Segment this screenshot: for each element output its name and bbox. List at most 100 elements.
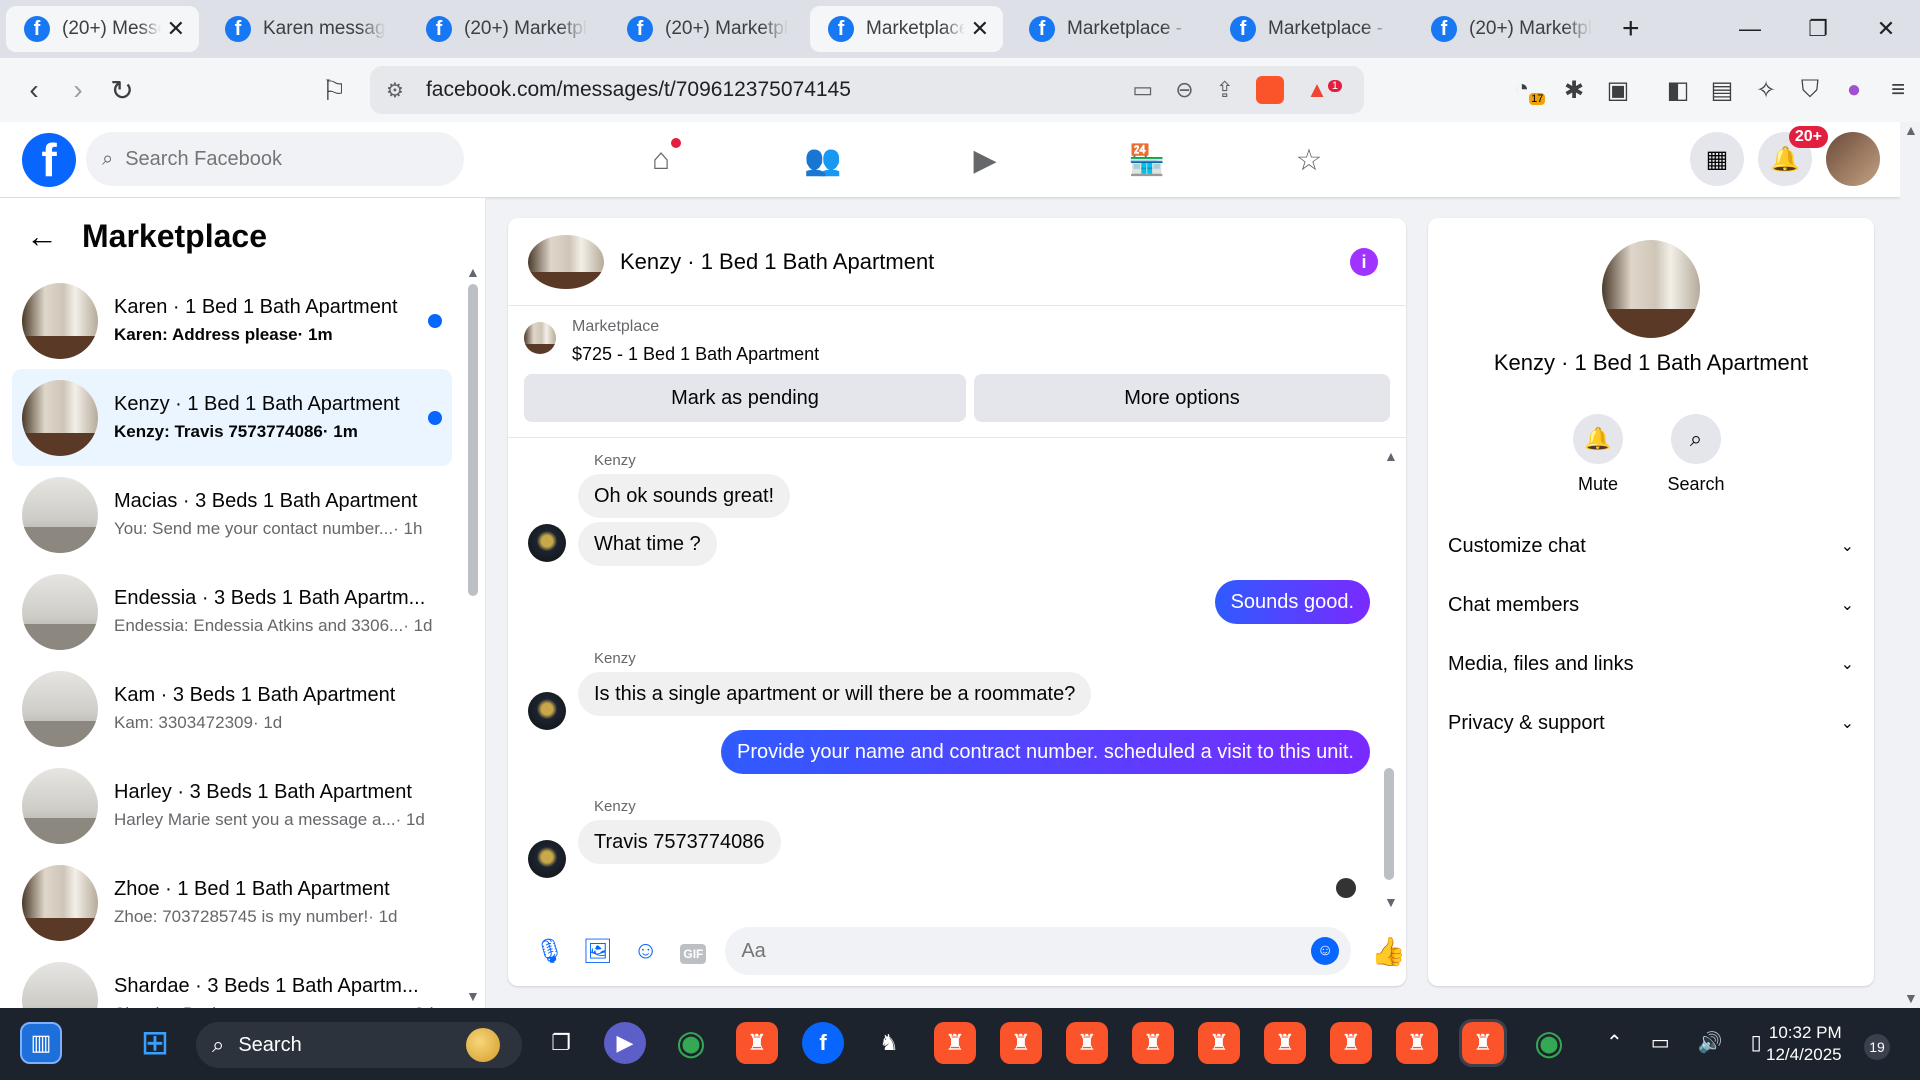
customize-chat-row[interactable]: Customize chat ⌄	[1448, 522, 1854, 570]
brave-profile-icon[interactable]: ♜	[1264, 1022, 1306, 1064]
brave-profile-icon[interactable]: ♜	[1066, 1022, 1108, 1064]
browser-tab[interactable]: f(20+) Marketplace	[609, 6, 802, 52]
scroll-up-icon[interactable]: ▲	[1384, 448, 1398, 464]
puzzle-icon[interactable]: ✱	[1552, 76, 1596, 105]
search-icon[interactable]: ⌕	[1671, 414, 1721, 464]
address-bar[interactable]: ⚙ facebook.com/messages/t/70961237507414…	[370, 66, 1364, 114]
listing-thumbnail[interactable]	[524, 322, 556, 354]
browser-tab[interactable]: f Marketplace ✕	[810, 6, 1003, 52]
notifications-icon[interactable]: 🔔 20+	[1758, 126, 1828, 186]
gaming-icon[interactable]: ☆	[1228, 122, 1390, 198]
scroll-down-icon[interactable]: ▼	[1384, 894, 1398, 910]
widgets-icon[interactable]: ▥	[20, 1022, 62, 1064]
brave-icon[interactable]: ♜	[736, 1022, 778, 1064]
bookmark-icon[interactable]: ⚐	[312, 74, 356, 107]
menu-icon[interactable]: ≡	[1876, 76, 1920, 104]
menu-grid-icon[interactable]: ▦	[1690, 132, 1744, 186]
scrollbar-thumb[interactable]	[468, 284, 478, 596]
cast-icon[interactable]: ▭	[1132, 77, 1153, 103]
sender-avatar[interactable]	[528, 524, 566, 562]
brave-profile-icon[interactable]: ♜	[1330, 1022, 1372, 1064]
gif-icon[interactable]: GIF	[669, 937, 717, 965]
mute-action[interactable]: 🔔 Mute	[1548, 414, 1648, 495]
battery-icon[interactable]: ▯	[1751, 1030, 1762, 1055]
brave-profile-icon[interactable]: ♜	[934, 1022, 976, 1064]
sticker-icon[interactable]: ☺	[622, 937, 670, 965]
facebook-logo-icon[interactable]: f	[22, 133, 76, 187]
network-icon[interactable]: ▭	[1651, 1030, 1670, 1055]
brave-profile-icon[interactable]: ♜	[1459, 1019, 1507, 1067]
app-icon[interactable]: ♞	[868, 1022, 910, 1064]
conversation-item[interactable]: Kam · 3 Beds 1 Bath Apartment Kam: 330347…	[12, 660, 452, 757]
like-icon[interactable]: 👍	[1371, 935, 1406, 968]
restore-icon[interactable]: ❐	[1784, 16, 1852, 42]
close-tab-icon[interactable]: ✕	[971, 16, 989, 42]
browser-tab[interactable]: f(20+) Marketplace	[1413, 6, 1606, 52]
leo-ai-icon[interactable]: ✧	[1744, 76, 1788, 105]
conversation-item[interactable]: Kenzy · 1 Bed 1 Bath Apartment Kenzy: Tra…	[12, 369, 452, 466]
home-icon[interactable]: ⌂	[580, 122, 742, 198]
message-input[interactable]	[741, 939, 1282, 963]
minimize-icon[interactable]: —	[1716, 16, 1784, 42]
chrome-profile-icon[interactable]: ◉	[1528, 1022, 1570, 1064]
browser-tab[interactable]: f Marketplace - 3	[1011, 6, 1204, 52]
brave-profile-icon[interactable]: ♜	[1396, 1022, 1438, 1064]
conversation-item[interactable]: Zhoe · 1 Bed 1 Bath Apartment Zhoe: 70372…	[12, 854, 452, 951]
brave-profile-icon[interactable]: ♜	[1132, 1022, 1174, 1064]
brave-rewards-icon[interactable]: ▲ 1	[1306, 77, 1342, 103]
reload-icon[interactable]: ↻	[100, 74, 144, 107]
taskbar-search[interactable]: ⌕ Search	[196, 1022, 522, 1068]
microphone-icon[interactable]: 🎙	[526, 937, 574, 966]
zoom-icon[interactable]: ⊖	[1175, 77, 1193, 103]
show-hidden-icons-icon[interactable]: ⌃	[1606, 1030, 1623, 1055]
mark-as-pending-button[interactable]: Mark as pending	[524, 374, 966, 422]
brave-profile-icon[interactable]: ♜	[1000, 1022, 1042, 1064]
facebook-app-icon[interactable]: f	[802, 1022, 844, 1064]
close-window-icon[interactable]: ✕	[1852, 16, 1920, 42]
privacy-support-row[interactable]: Privacy & support ⌄	[1448, 699, 1854, 747]
bell-icon[interactable]: 🔔	[1573, 414, 1623, 464]
photo-icon[interactable]: 🖼	[574, 937, 622, 966]
brave-shields-icon[interactable]	[1256, 76, 1285, 104]
vpn-icon[interactable]: ⛉	[1788, 76, 1832, 104]
media-files-links-row[interactable]: Media, files and links ⌄	[1448, 640, 1854, 688]
reader-icon[interactable]: ▣	[1596, 76, 1640, 105]
close-tab-icon[interactable]: ✕	[167, 16, 185, 42]
marketplace-icon[interactable]: 🏪	[1066, 122, 1228, 198]
wallet-icon[interactable]: ▤	[1700, 76, 1744, 105]
chat-members-row[interactable]: Chat members ⌄	[1448, 581, 1854, 629]
teams-icon[interactable]: ▶	[604, 1022, 646, 1064]
task-view-icon[interactable]: ❐	[540, 1022, 582, 1064]
conversation-item[interactable]: Karen · 1 Bed 1 Bath Apartment Karen: Add…	[12, 272, 452, 369]
chrome-icon[interactable]: ◉	[670, 1022, 712, 1064]
notification-center-badge[interactable]: 19	[1864, 1034, 1890, 1060]
conversation-list-scrollbar[interactable]: ▲ ▼	[466, 264, 480, 1004]
browser-tab[interactable]: f(20+) Marketplace	[408, 6, 601, 52]
scroll-down-icon[interactable]: ▼	[1904, 990, 1918, 1006]
back-arrow-icon[interactable]: ←	[26, 218, 58, 255]
details-avatar[interactable]	[1602, 240, 1700, 338]
browser-tab[interactable]: f(20+) Messenger✕	[6, 6, 199, 52]
video-icon[interactable]: ▶	[904, 122, 1066, 198]
share-icon[interactable]: ⇪	[1216, 77, 1234, 103]
profile-icon[interactable]: ●	[1832, 76, 1876, 104]
scroll-down-icon[interactable]: ▼	[466, 988, 480, 1004]
url-text[interactable]: facebook.com/messages/t/709612375074145	[426, 78, 1132, 102]
more-options-button[interactable]: More options	[974, 374, 1390, 422]
extension-icon[interactable]: ◔ 17	[1508, 75, 1552, 105]
sidebar-icon[interactable]: ◧	[1656, 76, 1700, 105]
conversation-item[interactable]: Shardae · 3 Beds 1 Bath Apartm...Shardae…	[12, 951, 452, 1008]
page-scrollbar[interactable]: ▲ ▼	[1900, 122, 1920, 1008]
start-icon[interactable]: ⊞	[134, 1022, 176, 1064]
listing-title[interactable]: $725 - 1 Bed 1 Bath Apartment	[572, 344, 819, 365]
conversation-item[interactable]: Harley · 3 Beds 1 Bath Apartment Harley M…	[12, 757, 452, 854]
scroll-up-icon[interactable]: ▲	[1904, 122, 1918, 138]
chat-avatar[interactable]	[528, 234, 604, 289]
chat-title[interactable]: Kenzy · 1 Bed 1 Bath Apartment	[620, 249, 934, 275]
friends-icon[interactable]: 👥	[742, 122, 904, 198]
sender-avatar[interactable]	[528, 840, 566, 878]
volume-icon[interactable]: 🔊	[1698, 1030, 1723, 1055]
conversation-item[interactable]: Endessia · 3 Beds 1 Bath Apartm... Endess…	[12, 563, 452, 660]
info-icon[interactable]: i	[1350, 248, 1378, 276]
new-tab-button[interactable]: +	[1622, 12, 1640, 46]
